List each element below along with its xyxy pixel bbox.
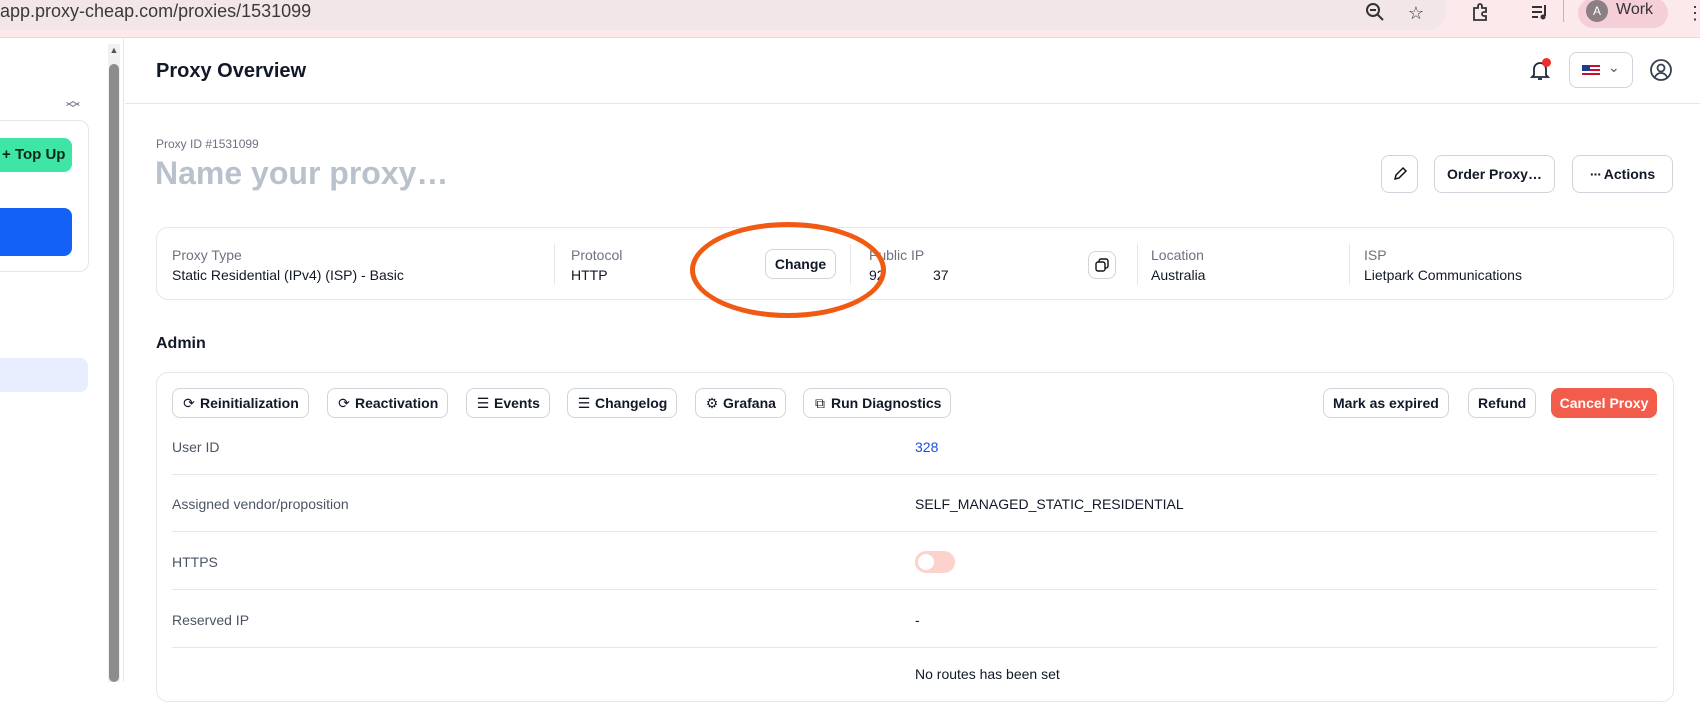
user-id-link[interactable]: 328 bbox=[915, 439, 938, 455]
divider bbox=[554, 244, 555, 285]
account-icon[interactable] bbox=[1649, 58, 1673, 82]
isp-value: Lietpark Communications bbox=[1364, 267, 1522, 283]
refund-button[interactable]: Refund bbox=[1468, 388, 1537, 418]
grafana-icon: ⚙ bbox=[705, 395, 719, 411]
url-text[interactable]: app.proxy-cheap.com/proxies/1531099 bbox=[0, 0, 311, 24]
row-divider bbox=[172, 531, 1657, 532]
chevron-icon: › bbox=[0, 224, 1, 240]
flag-us-icon bbox=[1582, 65, 1600, 77]
location-value: Australia bbox=[1151, 267, 1206, 283]
vendor-value: SELF_MANAGED_STATIC_RESIDENTIAL bbox=[915, 496, 1184, 512]
list-icon: ☰ bbox=[577, 395, 591, 411]
profile-name: Work bbox=[1616, 1, 1654, 18]
events-button[interactable]: ☰ Events bbox=[466, 388, 550, 418]
divider bbox=[1137, 244, 1138, 285]
reinitialization-button[interactable]: ⟳ Reinitialization bbox=[172, 388, 309, 418]
proxy-type-value: Static Residential (IPv4) (ISP) - Basic bbox=[172, 267, 404, 283]
edit-button[interactable] bbox=[1381, 155, 1418, 193]
page-title: Proxy Overview bbox=[156, 60, 307, 82]
profile-button[interactable]: A Work bbox=[1578, 0, 1668, 28]
toolbar-divider bbox=[1563, 0, 1564, 22]
changelog-button[interactable]: ☰ Changelog bbox=[567, 388, 678, 418]
pencil-icon bbox=[1393, 166, 1407, 181]
divider bbox=[1349, 244, 1350, 285]
star-icon[interactable]: ☆ bbox=[1405, 2, 1427, 24]
address-bar[interactable]: app.proxy-cheap.com/proxies/1531099 bbox=[0, 0, 1445, 30]
public-ip-value-end: 37 bbox=[933, 267, 949, 283]
isp-label: ISP bbox=[1364, 247, 1387, 263]
notification-dot bbox=[1542, 58, 1551, 67]
chevron-updown-icon[interactable]: ︿ ﹀ bbox=[66, 93, 80, 116]
highlight-circle-annotation bbox=[690, 222, 886, 318]
kebab-menu-icon[interactable]: ⋮ bbox=[1686, 2, 1700, 24]
row-label-user-id: User ID bbox=[172, 439, 220, 455]
row-label-vendor: Assigned vendor/proposition bbox=[172, 496, 349, 512]
mark-expired-button[interactable]: Mark as expired bbox=[1323, 388, 1449, 418]
routes-empty-message: No routes has been set bbox=[915, 666, 1060, 682]
grafana-label: Grafana bbox=[723, 395, 776, 411]
toggle-knob bbox=[918, 554, 934, 570]
avatar: A bbox=[1586, 0, 1608, 22]
order-proxy-button[interactable]: Order Proxy… bbox=[1434, 155, 1555, 193]
zoom-out-icon[interactable] bbox=[1364, 2, 1386, 24]
proxy-name-input[interactable]: Name your proxy… bbox=[155, 155, 448, 192]
run-diagnostics-label: Run Diagnostics bbox=[831, 395, 942, 411]
copy-icon: ⧉ bbox=[815, 395, 825, 411]
reserved-ip-value: - bbox=[915, 612, 920, 628]
reactivation-button[interactable]: ⟳ Reactivation bbox=[327, 388, 449, 418]
row-divider bbox=[172, 647, 1657, 648]
reinitialization-label: Reinitialization bbox=[200, 395, 299, 411]
actions-button[interactable]: ··· Actions bbox=[1572, 155, 1673, 193]
proxy-type-label: Proxy Type bbox=[172, 247, 242, 263]
plus-icon: + bbox=[2, 146, 15, 163]
events-label: Events bbox=[494, 395, 540, 411]
grafana-button[interactable]: ⚙ Grafana bbox=[695, 388, 786, 418]
https-toggle[interactable] bbox=[915, 551, 955, 573]
chevron-down-icon: ⌄ bbox=[1608, 59, 1620, 75]
row-divider bbox=[172, 589, 1657, 590]
topup-button[interactable]: + Top Up bbox=[0, 138, 72, 172]
sidebar-primary-button[interactable]: › bbox=[0, 208, 72, 256]
extension-icon[interactable] bbox=[1470, 2, 1492, 24]
proxy-info-card: Proxy Type Static Residential (IPv4) (IS… bbox=[156, 227, 1674, 300]
location-label: Location bbox=[1151, 247, 1204, 263]
sidebar-item-selected[interactable] bbox=[0, 358, 88, 392]
row-label-https: HTTPS bbox=[172, 554, 218, 570]
proxy-id-label: Proxy ID #1531099 bbox=[156, 137, 259, 151]
actions-label: Actions bbox=[1603, 166, 1656, 182]
admin-section-title: Admin bbox=[156, 335, 206, 352]
copy-icon bbox=[1095, 258, 1109, 272]
protocol-label: Protocol bbox=[571, 247, 623, 263]
refresh-icon: ⟳ bbox=[183, 395, 195, 411]
cancel-proxy-button[interactable]: Cancel Proxy bbox=[1551, 388, 1657, 418]
row-divider bbox=[172, 474, 1657, 475]
browser-toolbar: app.proxy-cheap.com/proxies/1531099 ☆ A … bbox=[0, 0, 1700, 38]
copy-ip-button[interactable] bbox=[1088, 251, 1116, 279]
scroll-up-arrow-icon[interactable]: ▲ bbox=[108, 44, 120, 56]
row-label-reserved-ip: Reserved IP bbox=[172, 612, 250, 628]
changelog-label: Changelog bbox=[595, 395, 668, 411]
run-diagnostics-button[interactable]: ⧉ Run Diagnostics bbox=[803, 388, 952, 418]
topup-label: Top Up bbox=[14, 146, 66, 163]
scrollbar-thumb[interactable] bbox=[109, 64, 119, 682]
protocol-value: HTTP bbox=[571, 267, 608, 283]
language-selector[interactable]: ⌄ bbox=[1569, 52, 1633, 88]
refresh-icon: ⟳ bbox=[338, 395, 350, 411]
admin-card bbox=[156, 372, 1674, 702]
page-header: Proxy Overview ⌄ bbox=[125, 38, 1700, 104]
list-icon: ☰ bbox=[476, 395, 490, 411]
sidebar: ︿﹀ + Top Up › bbox=[0, 38, 124, 682]
dots-icon: ··· bbox=[1589, 166, 1604, 182]
media-icon[interactable] bbox=[1529, 2, 1551, 24]
reactivation-label: Reactivation bbox=[355, 395, 439, 411]
